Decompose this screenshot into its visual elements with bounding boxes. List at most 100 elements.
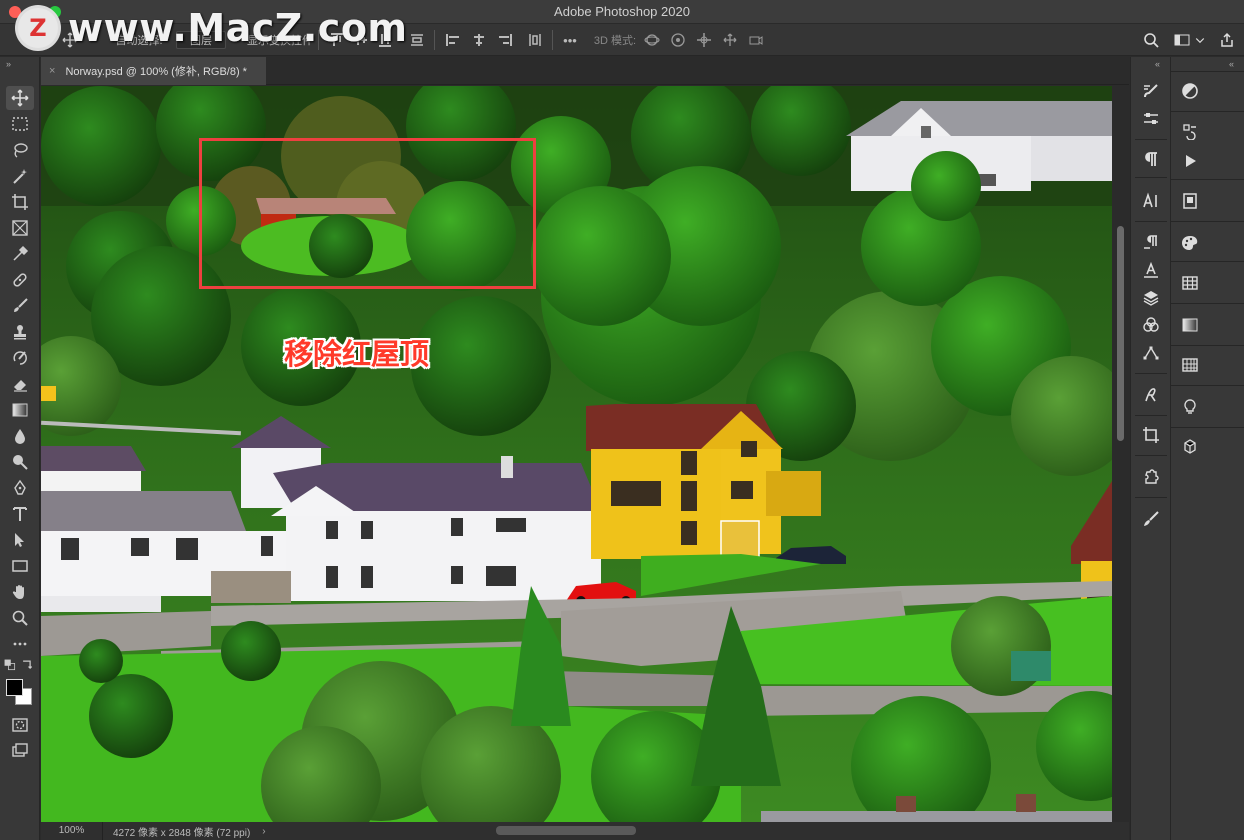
healing-brush-tool-icon[interactable] [6, 268, 34, 292]
panel-divider [1135, 373, 1167, 374]
3d-pan-icon[interactable] [694, 31, 714, 49]
paths-icon[interactable] [1139, 341, 1163, 365]
panel-divider [1135, 221, 1167, 222]
vertical-scroll-thumb[interactable] [1117, 226, 1124, 441]
patterns-icon[interactable] [1178, 353, 1202, 377]
options-divider [552, 30, 553, 50]
more-options-button[interactable]: ••• [558, 31, 582, 49]
panel-divider [1171, 261, 1244, 262]
panel-divider [1171, 71, 1244, 72]
align-right-icon[interactable] [496, 31, 514, 49]
gradient-tool-icon[interactable] [6, 398, 34, 422]
gradients-icon[interactable] [1178, 313, 1202, 337]
tool-presets-icon[interactable] [1139, 107, 1163, 131]
quick-mask-icon[interactable] [6, 713, 34, 737]
panel-divider [1135, 139, 1167, 140]
hand-tool-icon[interactable] [6, 580, 34, 604]
status-menu-arrow[interactable]: › [262, 826, 265, 837]
frame-tool-icon[interactable] [6, 216, 34, 240]
document-tab[interactable]: × Norway.psd @ 100% (修补, RGB/8) * [41, 57, 266, 85]
paragraph-icon[interactable] [1139, 147, 1163, 171]
actions-icon[interactable] [1178, 149, 1202, 173]
foreground-color-swatch[interactable] [6, 679, 23, 696]
panel-dock-2: « [1170, 57, 1244, 840]
magic-wand-tool-icon[interactable] [6, 164, 34, 188]
screen-mode-icon[interactable] [6, 739, 34, 763]
edit-toolbar-icon[interactable] [6, 632, 34, 656]
character-styles-icon[interactable] [1139, 259, 1163, 283]
history-brush-tool-icon[interactable] [6, 346, 34, 370]
3d-slide-icon[interactable] [720, 31, 740, 49]
learn-icon[interactable] [1178, 395, 1202, 419]
panel-divider [1171, 427, 1244, 428]
rectangle-tool-icon[interactable] [6, 554, 34, 578]
document-canvas[interactable]: 移除红屋顶 [41, 86, 1112, 822]
path-selection-tool-icon[interactable] [6, 528, 34, 552]
options-divider [434, 30, 435, 50]
panel-divider [1135, 497, 1167, 498]
3d-camera-icon[interactable] [746, 31, 766, 49]
paragraph-styles-icon[interactable] [1139, 231, 1163, 255]
panel-divider [1171, 345, 1244, 346]
panel-dock-2-collapse-icon[interactable]: « [1229, 59, 1234, 69]
annotation-label: 移除红屋顶 [284, 337, 430, 371]
lasso-tool-icon[interactable] [6, 138, 34, 162]
watermark-logo: Z [18, 8, 58, 48]
panel-divider [1135, 415, 1167, 416]
channels-icon[interactable] [1139, 313, 1163, 337]
character-icon[interactable] [1139, 189, 1163, 213]
adjustments-icon[interactable] [1178, 79, 1202, 103]
toolbar-collapse-icon[interactable]: » [6, 59, 11, 69]
eyedropper-tool-icon[interactable] [6, 242, 34, 266]
libraries-icon[interactable] [1139, 465, 1163, 489]
tools-panel: » [0, 57, 40, 840]
watermark: Z www.MacZ.com [18, 6, 408, 50]
document-info: 4272 像素 x 2848 像素 (72 ppi) [113, 827, 251, 839]
brush-settings-icon[interactable] [1139, 79, 1163, 103]
workspace-chevron-down-icon[interactable] [1194, 31, 1206, 49]
move-tool-icon[interactable] [6, 86, 34, 110]
distribute-icon[interactable] [408, 31, 426, 49]
selection-highlight-box [199, 138, 536, 289]
panel-divider [1171, 303, 1244, 304]
history-icon[interactable] [1178, 119, 1202, 143]
type-tool-icon[interactable] [6, 502, 34, 526]
panel-dock-1-collapse-icon[interactable]: « [1155, 59, 1160, 69]
share-icon[interactable] [1218, 31, 1236, 49]
panel-divider [1135, 177, 1167, 178]
3d-icon[interactable] [1178, 435, 1202, 459]
horizontal-scroll-thumb[interactable] [496, 826, 636, 835]
zoom-tool-icon[interactable] [6, 606, 34, 630]
color-icon[interactable] [1178, 231, 1202, 255]
eraser-tool-icon[interactable] [6, 372, 34, 396]
vertical-scrollbar[interactable] [1112, 86, 1129, 822]
distribute-horizontal-icon[interactable] [526, 31, 544, 49]
panel-divider [1135, 455, 1167, 456]
crop-panel-icon[interactable] [1139, 423, 1163, 447]
workspace-icon[interactable] [1172, 31, 1192, 49]
clone-stamp-tool-icon[interactable] [6, 320, 34, 344]
align-hcenter-icon[interactable] [470, 31, 488, 49]
default-colors-icon[interactable] [3, 659, 17, 671]
crop-tool-icon[interactable] [6, 190, 34, 214]
panel-dock-1: « [1130, 57, 1170, 840]
brushes-icon[interactable] [1139, 507, 1163, 531]
close-tab-icon[interactable]: × [49, 65, 55, 77]
dodge-tool-icon[interactable] [6, 450, 34, 474]
brush-tool-icon[interactable] [6, 294, 34, 318]
blur-tool-icon[interactable] [6, 424, 34, 448]
3d-mode-label: 3D 模式: [593, 35, 637, 47]
marquee-tool-icon[interactable] [6, 112, 34, 136]
glyphs-icon[interactable] [1139, 383, 1163, 407]
panel-divider [1171, 111, 1244, 112]
swap-colors-icon[interactable] [20, 659, 34, 671]
swatches-icon[interactable] [1178, 271, 1202, 295]
layers-icon[interactable] [1139, 286, 1163, 310]
3d-roll-icon[interactable] [668, 31, 688, 49]
pen-tool-icon[interactable] [6, 476, 34, 500]
align-left-icon[interactable] [444, 31, 462, 49]
3d-orbit-icon[interactable] [642, 31, 662, 49]
zoom-level-field[interactable]: 100% [41, 822, 103, 840]
search-icon[interactable] [1142, 31, 1160, 49]
properties-icon[interactable] [1178, 189, 1202, 213]
